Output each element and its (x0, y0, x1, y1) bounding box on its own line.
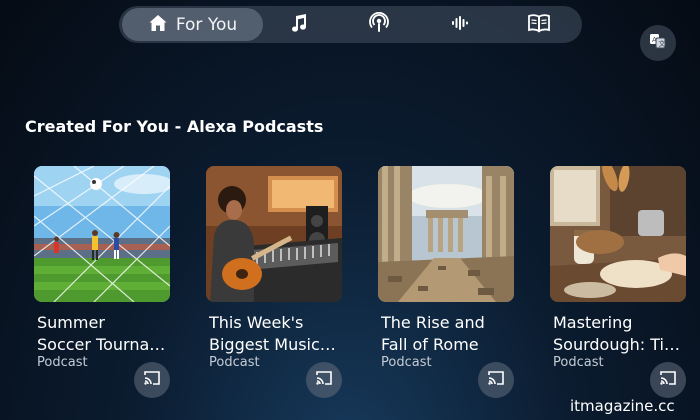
card-title-line2: Sourdough: Ti… (553, 335, 680, 354)
card-subtitle: Podcast (209, 355, 260, 370)
translate-button[interactable]: A 文 (640, 25, 676, 61)
section-title: Created For You - Alexa Podcasts (25, 117, 324, 136)
nav-for-you[interactable]: For You (122, 8, 263, 41)
card-title-line1: This Week's (209, 313, 304, 332)
cast-icon (659, 370, 677, 390)
card-title: Summer Soccer Tourna… (37, 312, 177, 356)
card-title: This Week's Biggest Music… (209, 312, 349, 356)
podcast-card[interactable]: This Week's Biggest Music… Podcast (206, 166, 356, 406)
cast-button[interactable] (650, 362, 686, 398)
card-subtitle: Podcast (37, 355, 88, 370)
watermark: itmagazine.cc (570, 397, 675, 415)
nav-books[interactable] (509, 6, 569, 43)
audio-wave-icon (449, 13, 469, 37)
svg-text:文: 文 (659, 39, 666, 48)
card-title-line1: Summer (37, 313, 105, 332)
card-title-line2: Biggest Music… (209, 335, 336, 354)
card-title-line1: Mastering (553, 313, 633, 332)
nav-for-you-label: For You (175, 14, 238, 35)
card-title: The Rise and Fall of Rome (381, 312, 521, 356)
nav-music[interactable] (269, 6, 329, 43)
card-title-line1: The Rise and (381, 313, 485, 332)
cast-button[interactable] (306, 362, 342, 398)
cast-button[interactable] (478, 362, 514, 398)
card-subtitle: Podcast (381, 355, 432, 370)
guitar-studio-image (206, 166, 342, 302)
cast-icon (143, 370, 161, 390)
rome-ruins-image (378, 166, 514, 302)
card-subtitle: Podcast (553, 355, 604, 370)
translate-icon: A 文 (649, 32, 667, 54)
podcast-card[interactable]: Mastering Sourdough: Ti… Podcast (550, 166, 700, 406)
cast-icon (487, 370, 505, 390)
music-note-icon (289, 13, 309, 37)
book-icon (528, 13, 550, 37)
card-title-line2: Fall of Rome (381, 335, 479, 354)
card-title-line2: Soccer Tourna… (37, 335, 166, 354)
cast-button[interactable] (134, 362, 170, 398)
sourdough-image (550, 166, 686, 302)
cast-icon (315, 370, 333, 390)
nav-podcasts[interactable] (349, 6, 409, 43)
home-icon (148, 13, 168, 37)
podcast-icon (368, 11, 390, 38)
svg-text:A: A (652, 36, 657, 44)
top-nav: For You (119, 6, 582, 43)
podcast-card[interactable]: Summer Soccer Tourna… Podcast (34, 166, 184, 406)
nav-audio[interactable] (429, 6, 489, 43)
podcast-card[interactable]: The Rise and Fall of Rome Podcast (378, 166, 528, 406)
card-title: Mastering Sourdough: Ti… (553, 312, 693, 356)
soccer-image (34, 166, 170, 302)
